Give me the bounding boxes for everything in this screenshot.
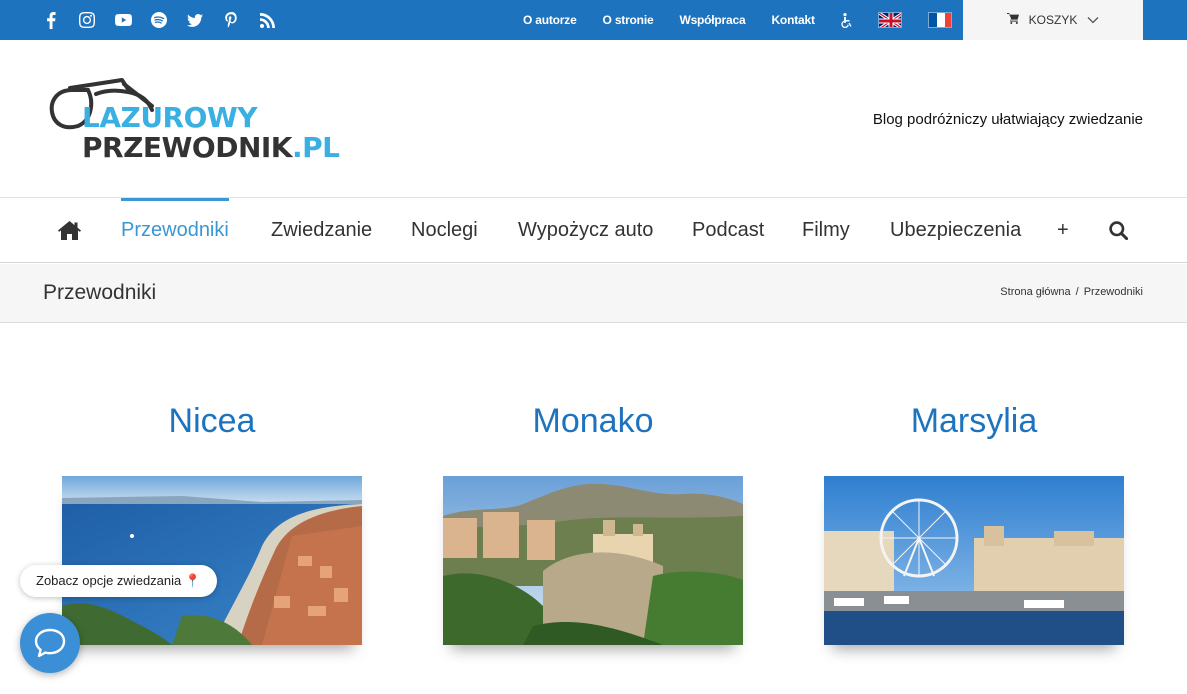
- card-title-monako[interactable]: Monako: [443, 402, 743, 441]
- nav-item-zwiedzanie[interactable]: Zwiedzanie: [271, 198, 372, 263]
- wheelchair-icon[interactable]: [840, 12, 853, 28]
- logo-line1: LAZUROWY: [82, 101, 258, 134]
- link-kontakt[interactable]: Kontakt: [771, 13, 814, 27]
- link-wspolpraca[interactable]: Współpraca: [679, 13, 745, 27]
- facebook-icon[interactable]: [40, 9, 62, 31]
- breadcrumb-current: Przewodniki: [1083, 286, 1143, 298]
- nav-item-filmy[interactable]: Filmy: [802, 198, 850, 263]
- nav-item-wypozycz-auto[interactable]: Wypożycz auto: [518, 198, 653, 263]
- site-tagline: Blog podróżniczy ułatwiający zwiedzanie: [872, 111, 1143, 128]
- chat-button[interactable]: [20, 613, 80, 673]
- uk-flag-icon[interactable]: [877, 12, 902, 28]
- card-image-monako[interactable]: [443, 476, 743, 645]
- card-title-nicea[interactable]: Nicea: [62, 402, 362, 441]
- instagram-icon[interactable]: [76, 9, 98, 31]
- sightseeing-options-chip[interactable]: Zobacz opcje zwiedzania 📍: [20, 565, 218, 597]
- breadcrumb: Strona główna / Przewodniki: [1000, 286, 1143, 298]
- link-o-stronie[interactable]: O stronie: [603, 13, 654, 27]
- pinterest-icon[interactable]: [220, 9, 242, 31]
- top-bar: O autorze O stronie Współpraca Kontakt K…: [0, 0, 1187, 40]
- social-icons: [40, 0, 278, 40]
- nav-item-przewodniki[interactable]: Przewodniki: [121, 198, 229, 263]
- top-nav: O autorze O stronie Współpraca Kontakt: [510, 0, 965, 40]
- cart-icon: [1006, 13, 1019, 27]
- nav-item-more[interactable]: +: [1057, 198, 1069, 263]
- logo-line2: PRZEWODNIK.PL: [82, 134, 340, 162]
- twitter-icon[interactable]: [184, 9, 206, 31]
- site-logo[interactable]: LAZUROWY PRZEWODNIK.PL: [48, 76, 340, 166]
- search-icon[interactable]: [1109, 198, 1128, 263]
- card-image-nicea[interactable]: [62, 476, 362, 645]
- home-icon[interactable]: [58, 198, 81, 263]
- nav-item-noclegi[interactable]: Noclegi: [411, 198, 478, 263]
- link-o-autorze[interactable]: O autorze: [523, 13, 577, 27]
- main-nav: Przewodniki Zwiedzanie Noclegi Wypożycz …: [0, 198, 1187, 263]
- youtube-icon[interactable]: [112, 9, 134, 31]
- nav-item-podcast[interactable]: Podcast: [692, 198, 764, 263]
- page-title: Przewodniki: [43, 281, 157, 304]
- site-header: LAZUROWY PRZEWODNIK.PL Blog podróżniczy …: [0, 40, 1187, 198]
- logo-tld: .PL: [292, 131, 340, 164]
- french-flag-icon[interactable]: [927, 12, 952, 28]
- card-image-marsylia[interactable]: [824, 476, 1124, 645]
- spotify-icon[interactable]: [148, 9, 170, 31]
- logo-name: PRZEWODNIK: [82, 131, 293, 164]
- cart-button[interactable]: KOSZYK: [963, 0, 1143, 40]
- rss-icon[interactable]: [256, 9, 278, 31]
- nav-item-ubezpieczenia[interactable]: Ubezpieczenia: [890, 198, 1021, 263]
- cart-label: KOSZYK: [1028, 13, 1078, 27]
- chat-bubble-icon: [34, 628, 66, 658]
- breadcrumb-separator: /: [1075, 286, 1079, 298]
- page-title-bar: Przewodniki Strona główna / Przewodniki: [0, 264, 1187, 323]
- chevron-down-icon: [1087, 13, 1099, 27]
- card-title-marsylia[interactable]: Marsylia: [824, 402, 1124, 441]
- breadcrumb-home[interactable]: Strona główna: [1000, 286, 1070, 298]
